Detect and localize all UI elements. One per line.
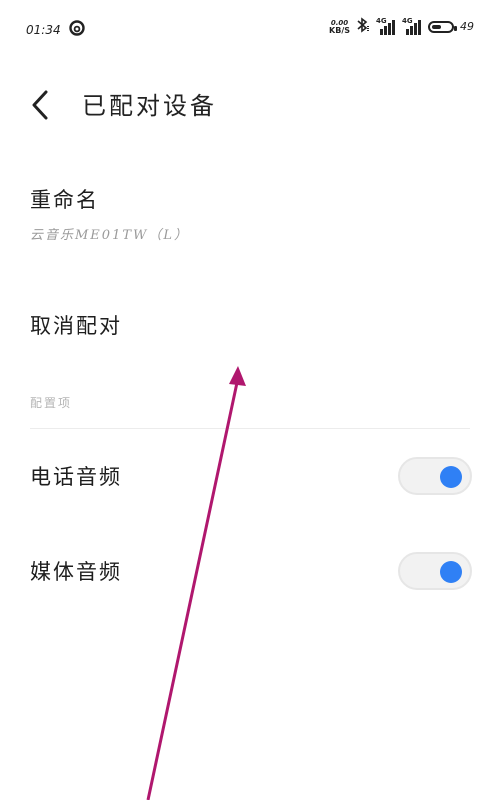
page-title: 已配对设备 bbox=[82, 92, 217, 120]
unpair-label: 取消配对 bbox=[30, 314, 122, 338]
media-audio-toggle[interactable] bbox=[398, 552, 472, 590]
config-section-label: 配置项 bbox=[30, 396, 73, 410]
page-header: 已配对设备 bbox=[0, 70, 500, 134]
battery-icon bbox=[428, 20, 457, 33]
bluetooth-icon bbox=[356, 17, 370, 36]
toggle-knob bbox=[440, 561, 462, 583]
phone-audio-toggle[interactable] bbox=[398, 457, 472, 495]
phone-audio-row: 电话音频 bbox=[30, 454, 472, 498]
clock: 01:34 bbox=[26, 22, 61, 37]
chevron-left-icon[interactable] bbox=[28, 88, 54, 122]
media-audio-label: 媒体音频 bbox=[30, 560, 122, 584]
phone-audio-label: 电话音频 bbox=[30, 465, 122, 489]
toggle-knob bbox=[440, 466, 462, 488]
status-right: 0.00 KB/S 4G 4G 49 bbox=[329, 17, 474, 36]
media-audio-row: 媒体音频 bbox=[30, 549, 472, 593]
divider bbox=[30, 428, 470, 429]
device-name: 云音乐ME01TW（L） bbox=[30, 228, 190, 243]
network-type-label: 4G bbox=[402, 16, 413, 25]
net-speed-unit: KB/S bbox=[329, 25, 350, 35]
status-bar: 01:34 0.00 KB/S 4G 4G 49 bbox=[0, 0, 500, 60]
net-speed: 0.00 KB/S bbox=[329, 19, 350, 35]
status-left: 01:34 bbox=[26, 20, 85, 39]
netease-music-icon bbox=[68, 20, 85, 39]
battery-level: 49 bbox=[460, 20, 474, 33]
unpair-row[interactable]: 取消配对 bbox=[30, 310, 470, 340]
network-type-label: 4G bbox=[376, 16, 387, 25]
signal-icon-sim1: 4G bbox=[376, 16, 396, 35]
signal-icon-sim2: 4G bbox=[402, 16, 422, 35]
rename-label: 重命名 bbox=[30, 188, 99, 212]
rename-row[interactable]: 重命名 云音乐ME01TW（L） bbox=[30, 184, 470, 243]
